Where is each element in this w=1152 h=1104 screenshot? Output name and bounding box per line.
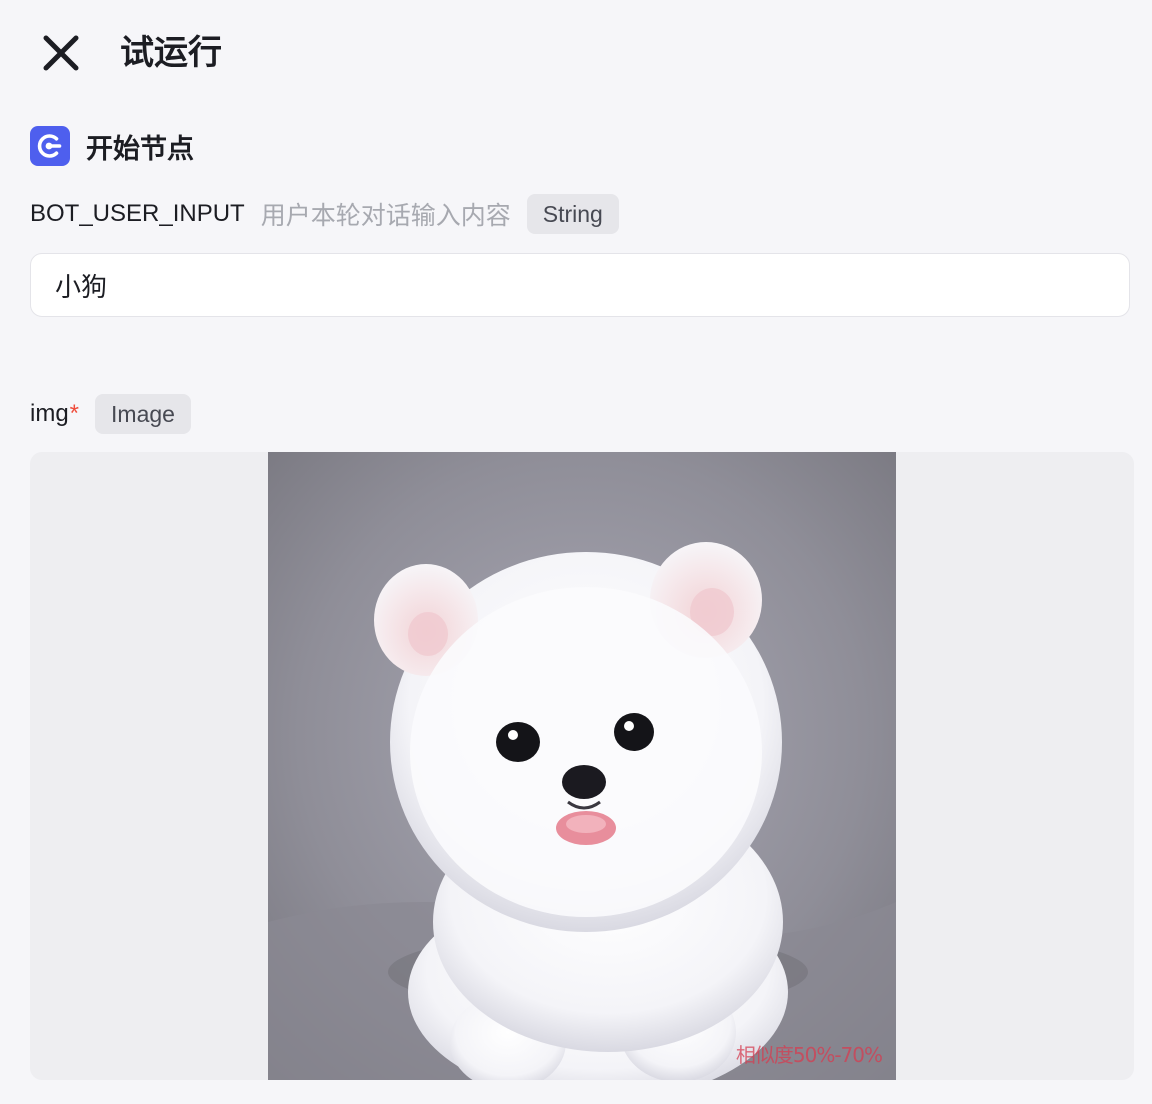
bot-user-input-field[interactable]: 小狗 xyxy=(30,253,1130,317)
img-label-row: img * Image xyxy=(30,394,191,434)
type-tag-image: Image xyxy=(95,394,191,434)
bot-user-input-label-row: BOT_USER_INPUT 用户本轮对话输入内容 String xyxy=(30,194,619,234)
start-node-icon xyxy=(30,126,70,166)
type-tag-string: String xyxy=(526,194,619,234)
puppy-photo-icon xyxy=(268,452,896,1080)
start-node-header: 开始节点 xyxy=(30,126,194,166)
panel-header: 试运行 xyxy=(0,0,1152,104)
uploaded-image: 相似度50%-70% xyxy=(268,452,896,1080)
close-icon xyxy=(43,35,79,71)
page-title: 试运行 xyxy=(120,33,222,73)
field-name-bot-user-input: BOT_USER_INPUT xyxy=(30,200,245,227)
start-node-title: 开始节点 xyxy=(86,133,194,165)
field-description: 用户本轮对话输入内容 xyxy=(260,201,511,230)
field-name-img: img xyxy=(30,400,69,427)
image-watermark: 相似度50%-70% xyxy=(735,1043,883,1067)
required-mark: * xyxy=(69,400,80,427)
image-upload-preview[interactable]: 相似度50%-70% xyxy=(30,452,1134,1080)
bot-user-input-value: 小狗 xyxy=(55,272,108,303)
close-button[interactable] xyxy=(38,30,84,76)
